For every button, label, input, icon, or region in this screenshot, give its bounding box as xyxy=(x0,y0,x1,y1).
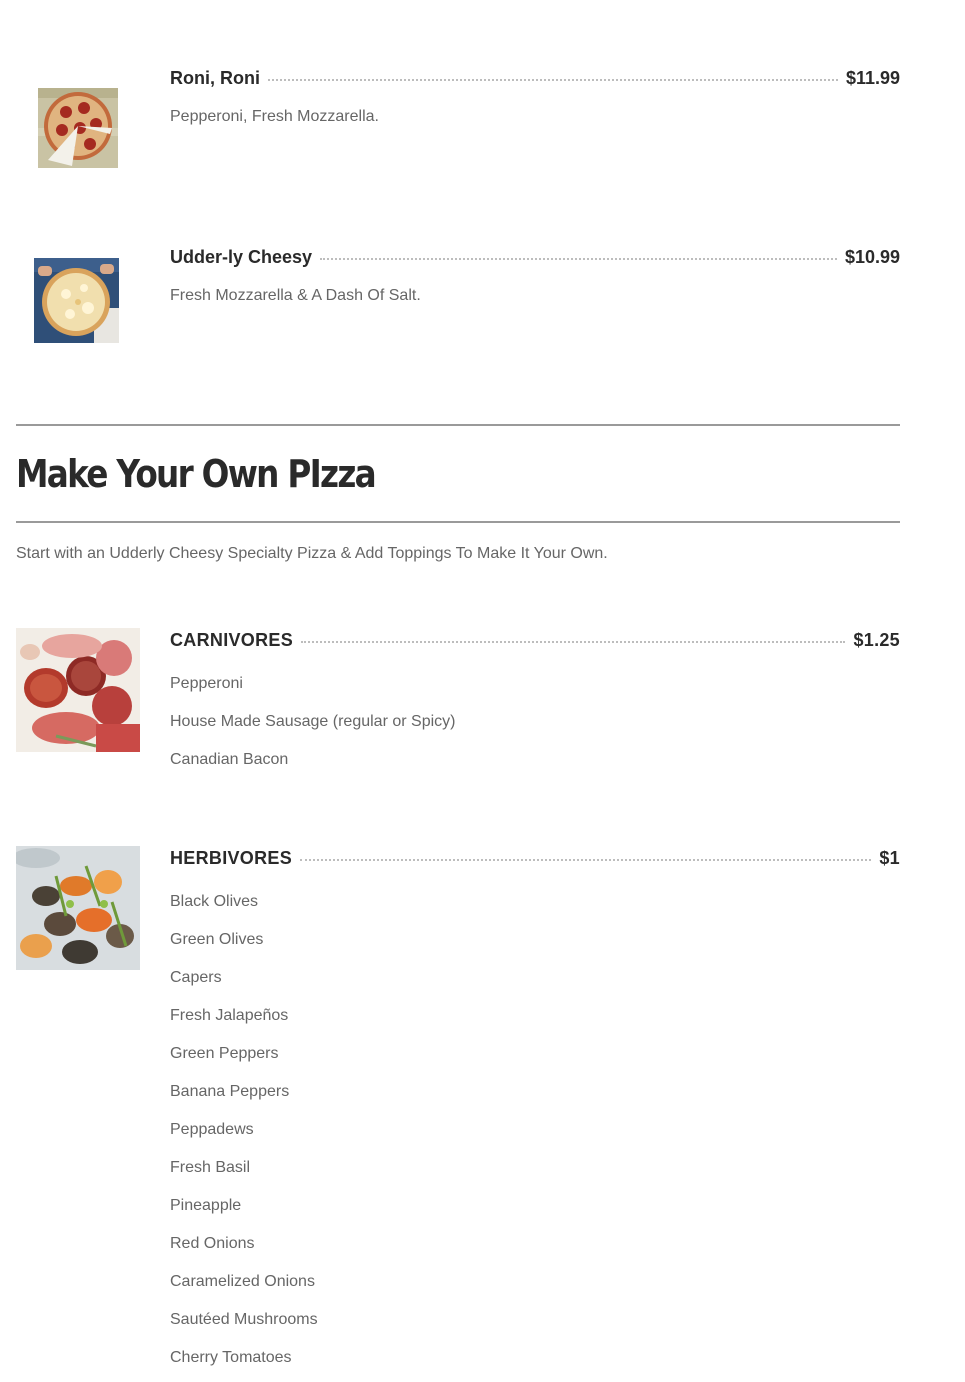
topping-item: Cherry Tomatoes xyxy=(170,1349,292,1366)
menu-item-udderly-cheesy: Udder-ly Cheesy $10.99 Fresh Mozzarella … xyxy=(0,200,965,380)
topping-item: Sautéed Mushrooms xyxy=(170,1311,318,1328)
dotted-leader xyxy=(267,79,838,81)
dotted-leader xyxy=(300,859,872,861)
topping-item: Fresh Jalapeños xyxy=(170,1007,289,1024)
topping-item: House Made Sausage (regular or Spicy) xyxy=(170,713,456,730)
topping-item: Canadian Bacon xyxy=(170,751,289,768)
roasted-vegetables-image xyxy=(16,846,140,970)
item-price: $10.99 xyxy=(844,247,900,267)
topping-item: Green Peppers xyxy=(170,1045,279,1062)
cured-meats-image xyxy=(16,628,140,752)
topping-item: Capers xyxy=(170,969,222,986)
topping-item: Green Olives xyxy=(170,931,264,948)
group-name: HERBIVORES xyxy=(170,848,293,868)
topping-item: Black Olives xyxy=(170,893,259,910)
section-subtitle: Start with an Udderly Cheesy Specialty P… xyxy=(16,545,608,562)
group-price: $1.25 xyxy=(853,630,900,650)
group-price: $1 xyxy=(879,848,900,868)
item-title-row: Udder-ly Cheesy $10.99 xyxy=(170,247,900,268)
group-title-row: CARNIVORES $1.25 xyxy=(170,630,900,651)
section-divider-top xyxy=(16,424,900,426)
topping-item: Pepperoni xyxy=(170,675,243,692)
topping-item: Red Onions xyxy=(170,1235,255,1252)
item-description: Fresh Mozzarella & A Dash Of Salt. xyxy=(170,287,421,304)
item-name: Udder-ly Cheesy xyxy=(170,247,313,267)
group-name: CARNIVORES xyxy=(170,630,294,650)
topping-item: Pineapple xyxy=(170,1197,242,1214)
cheese-pizza-image xyxy=(34,258,119,343)
section-divider-bottom xyxy=(16,521,900,523)
topping-item: Peppadews xyxy=(170,1121,254,1138)
group-title-row: HERBIVORES $1 xyxy=(170,848,900,869)
item-description: Pepperoni, Fresh Mozzarella. xyxy=(170,108,379,125)
topping-item: Caramelized Onions xyxy=(170,1273,315,1290)
menu-item-roni-roni: Roni, Roni $11.99 Pepperoni, Fresh Mozza… xyxy=(0,0,965,200)
item-price: $11.99 xyxy=(845,68,900,88)
topping-group-herbivores: HERBIVORES $1 Black Olives Green Olives … xyxy=(0,818,965,1382)
topping-group-carnivores: CARNIVORES $1.25 Pepperoni House Made Sa… xyxy=(0,600,965,800)
dotted-leader xyxy=(301,641,846,643)
pepperoni-pizza-image xyxy=(38,88,118,168)
section-title: Make Your Own PIzza xyxy=(16,452,377,496)
item-name: Roni, Roni xyxy=(170,68,260,88)
topping-item: Banana Peppers xyxy=(170,1083,290,1100)
dotted-leader xyxy=(320,258,837,260)
item-title-row: Roni, Roni $11.99 xyxy=(170,68,900,89)
topping-item: Fresh Basil xyxy=(170,1159,251,1176)
